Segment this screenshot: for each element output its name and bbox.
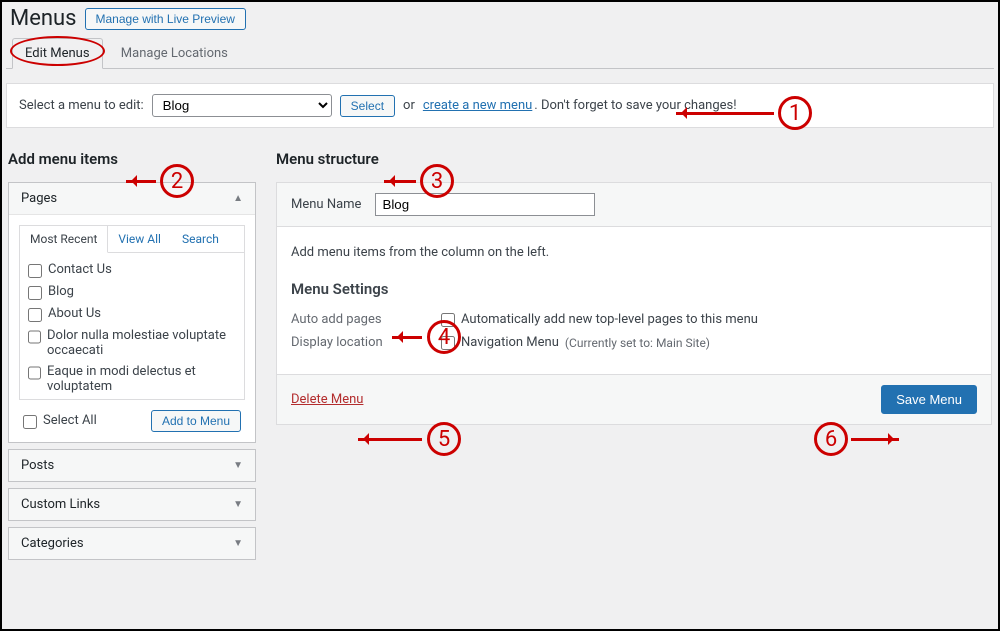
page-checkbox[interactable] [28,264,42,278]
save-changes-note: . Don't forget to save your changes! [534,98,736,113]
list-item[interactable]: Contact Us [28,259,236,281]
display-location-label: Display location [291,335,421,350]
metabox-custom-links-title: Custom Links [21,497,100,512]
auto-add-label: Auto add pages [291,312,421,327]
chevron-down-icon: ▼ [233,460,243,471]
menu-structure-panel: Menu Name Add menu items from the column… [276,182,992,425]
display-note: (Currently set to: Main Site) [565,336,710,350]
list-item[interactable]: Dolor nulla molestiae voluptate occaecat… [28,325,236,361]
create-new-menu-link[interactable]: create a new menu [423,98,532,113]
metabox-categories-header[interactable]: Categories ▼ [9,528,255,559]
menu-name-label: Menu Name [291,197,361,212]
page-list[interactable]: Contact Us Blog About Us Dolor nulla mol… [19,252,245,400]
add-to-menu-button[interactable]: Add to Menu [151,410,241,432]
delete-menu-link[interactable]: Delete Menu [291,392,363,407]
tab-edit-menus[interactable]: Edit Menus [12,38,103,69]
tabs: Edit Menus Manage Locations [6,37,994,69]
select-all[interactable]: Select All [23,410,97,432]
metabox-categories: Categories ▼ [8,527,256,560]
select-menu-label: Select a menu to edit: [19,98,144,113]
menu-name-input[interactable] [375,193,595,216]
chevron-down-icon: ▼ [233,499,243,510]
metabox-custom-links-header[interactable]: Custom Links ▼ [9,489,255,520]
metabox-posts-header[interactable]: Posts ▼ [9,450,255,481]
chevron-up-icon: ▲ [233,193,243,204]
live-preview-button[interactable]: Manage with Live Preview [85,8,246,30]
chevron-down-icon: ▼ [233,538,243,549]
subtab-view-all[interactable]: View All [108,226,172,252]
page-checkbox[interactable] [28,308,42,322]
select-button[interactable]: Select [340,95,395,117]
or-text: or [403,98,415,113]
menu-instruction: Add menu items from the column on the le… [291,245,977,260]
select-all-checkbox[interactable] [23,415,37,429]
subtab-search[interactable]: Search [172,226,230,252]
page-title: Menus [10,6,77,31]
display-location-option[interactable]: Navigation Menu (Currently set to: Main … [441,335,710,350]
menu-select[interactable]: Blog [152,94,332,117]
auto-add-checkbox[interactable] [441,313,455,327]
metabox-pages-title: Pages [21,191,57,206]
page-checkbox[interactable] [28,366,41,380]
menu-settings-heading: Menu Settings [291,280,977,298]
select-menu-bar: Select a menu to edit: Blog Select or cr… [6,83,994,128]
tab-manage-locations[interactable]: Manage Locations [108,38,241,68]
list-item[interactable]: Eaque in modi delectus et voluptatem [28,361,236,397]
page-checkbox[interactable] [28,286,42,300]
menu-structure-heading: Menu structure [276,150,992,168]
list-item[interactable]: About Us [28,303,236,325]
metabox-categories-title: Categories [21,536,84,551]
metabox-custom-links: Custom Links ▼ [8,488,256,521]
metabox-pages: Pages ▲ Most Recent View All Search Cont… [8,182,256,443]
display-location-checkbox[interactable] [441,336,455,350]
list-item[interactable]: Blog [28,281,236,303]
page-checkbox[interactable] [28,330,41,344]
auto-add-option[interactable]: Automatically add new top-level pages to… [441,312,758,327]
subtab-most-recent[interactable]: Most Recent [20,226,108,253]
add-menu-items-heading: Add menu items [8,150,256,168]
metabox-posts-title: Posts [21,458,54,473]
metabox-posts: Posts ▼ [8,449,256,482]
metabox-pages-header[interactable]: Pages ▲ [9,183,255,215]
save-menu-button[interactable]: Save Menu [881,385,977,414]
